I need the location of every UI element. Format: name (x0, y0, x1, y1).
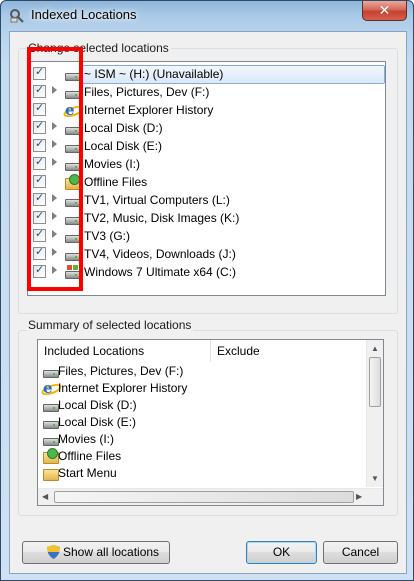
indexed-locations-window: Indexed Locations ✕ Change selected loca… (0, 0, 414, 581)
summary-row[interactable]: Files, Pictures, Dev (F:) (38, 363, 368, 380)
summary-location-label: Internet Explorer History (58, 381, 188, 395)
tree-item-label: Local Disk (D:) (84, 121, 163, 135)
summary-horizontal-scrollbar[interactable]: ◀ ▶ (38, 488, 383, 505)
summary-location-label: Movies (I:) (58, 432, 115, 446)
folder-icon (42, 465, 59, 481)
tree-item-label: Internet Explorer History (84, 103, 214, 117)
tree-item-label: TV3 (G:) (84, 229, 131, 243)
ok-button[interactable]: OK (246, 541, 317, 564)
drive-icon (42, 414, 59, 430)
indexing-options-icon (9, 7, 25, 23)
horizontal-scroll-thumb[interactable] (54, 491, 354, 503)
tree-item-label: Windows 7 Ultimate x64 (C:) (84, 265, 237, 279)
tree-item-label: TV2, Music, Disk Images (K:) (84, 211, 240, 225)
cancel-button[interactable]: Cancel (323, 541, 398, 564)
summary-location-label: Start Menu (58, 466, 117, 480)
summary-rows: Files, Pictures, Dev (F:) e Internet Explo… (38, 363, 368, 481)
scroll-right-icon[interactable]: ▶ (356, 492, 362, 501)
summary-row[interactable]: e Internet Explorer History (38, 379, 368, 398)
tree-item-label: Offline Files (84, 175, 148, 189)
checkbox-highlight-annotation (27, 47, 83, 291)
tree-item-label: Movies (I:) (84, 157, 141, 171)
summary-vertical-scrollbar[interactable]: ▲ ▼ (366, 340, 383, 487)
scroll-down-icon[interactable]: ▼ (371, 474, 379, 483)
tree-item-label: Local Disk (E:) (84, 139, 163, 153)
scroll-up-icon[interactable]: ▲ (371, 344, 379, 353)
summary-row[interactable]: Movies (I:) (38, 431, 368, 448)
ie-icon: e (40, 379, 63, 398)
uac-shield-icon (47, 545, 60, 559)
summary-row[interactable]: Local Disk (E:) (38, 414, 368, 431)
drive-icon (42, 397, 59, 413)
drive-icon (42, 431, 59, 447)
tree-item-label: TV1, Virtual Computers (L:) (84, 193, 230, 207)
summary-list[interactable]: Included Locations Exclude Files, Pictur… (37, 339, 384, 506)
column-header-included[interactable]: Included Locations (38, 340, 211, 362)
show-all-locations-label: Show all locations (63, 545, 160, 559)
summary-location-label: Files, Pictures, Dev (F:) (58, 364, 184, 378)
summary-location-label: Local Disk (D:) (58, 398, 137, 412)
tree-item-label: TV4, Videos, Downloads (J:) (84, 247, 236, 261)
offline-files-icon (42, 448, 59, 464)
summary-row[interactable]: Local Disk (D:) (38, 397, 368, 414)
title-bar[interactable]: Indexed Locations ✕ (1, 1, 413, 29)
drive-icon (42, 363, 59, 379)
scroll-left-icon[interactable]: ◀ (42, 492, 48, 501)
window-title: Indexed Locations (31, 7, 137, 22)
close-button[interactable]: ✕ (362, 1, 407, 21)
tree-item-label: Files, Pictures, Dev (F:) (84, 85, 210, 99)
summary-label: Summary of selected locations (26, 318, 194, 332)
show-all-locations-button[interactable]: Show all locations (22, 541, 170, 564)
tree-item-label: ~ ISM ~ (H:) (Unavailable) (84, 67, 224, 81)
close-icon: ✕ (378, 2, 391, 18)
summary-row[interactable]: Offline Files (38, 448, 368, 465)
summary-location-label: Local Disk (E:) (58, 415, 137, 429)
summary-location-label: Offline Files (58, 449, 122, 463)
summary-row[interactable]: Start Menu (38, 465, 368, 482)
vertical-scroll-thumb[interactable] (369, 357, 381, 407)
column-header-exclude[interactable]: Exclude (211, 340, 367, 362)
